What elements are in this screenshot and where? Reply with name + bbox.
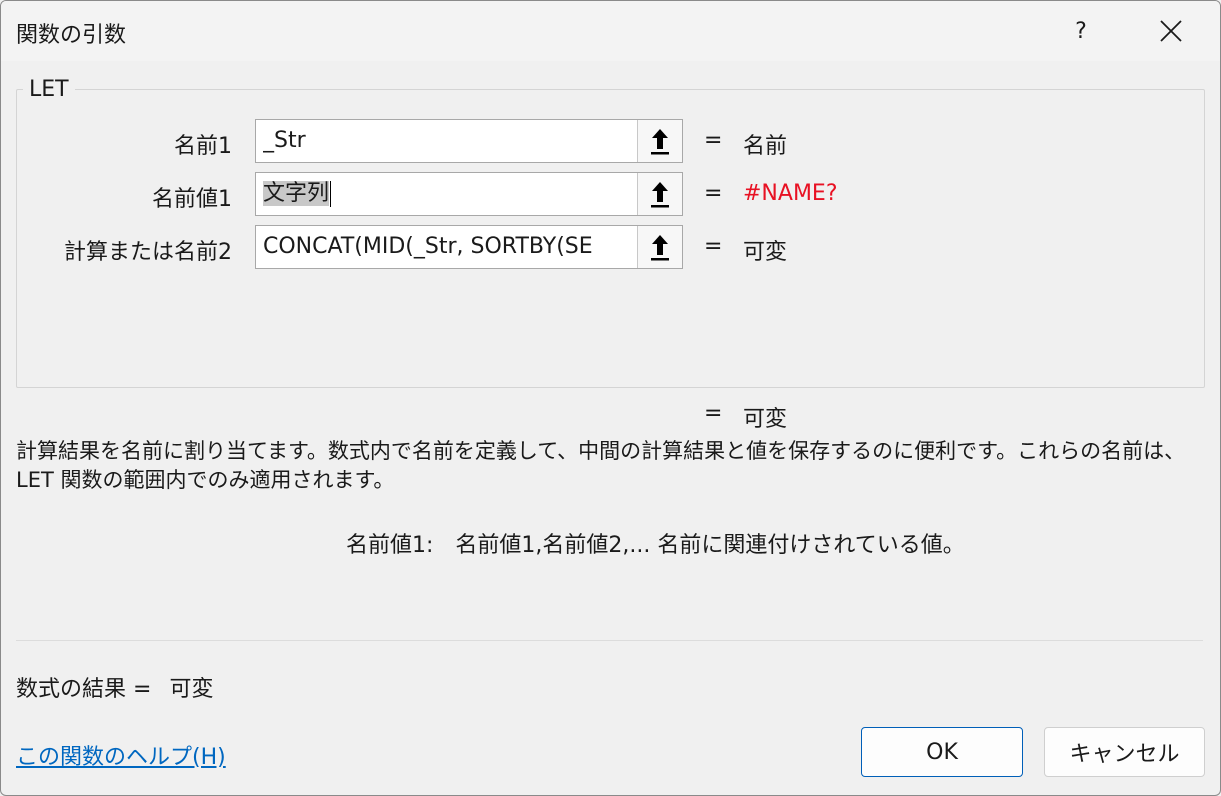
argument-help-name: 名前値1:: [346, 533, 434, 558]
arg-label-calc-or-name2: 計算または名前2: [64, 240, 232, 265]
arg-input-calc-or-name2[interactable]: CONCAT(MID(_Str, SORTBY(SE: [255, 225, 683, 269]
text-caret: [330, 181, 332, 207]
selected-text: 文字列: [263, 181, 330, 206]
close-button[interactable]: [1126, 7, 1216, 55]
argument-help-text: 名前値1,名前値2,... 名前に関連付けされている値。: [455, 533, 965, 558]
arg-input-name-value1-text[interactable]: 文字列: [263, 173, 638, 215]
collapse-button-calc-or-name2[interactable]: [637, 226, 682, 268]
formula-result: 数式の結果 = 可変: [16, 671, 213, 703]
function-help-link[interactable]: この関数のヘルプ(H): [16, 739, 226, 771]
cancel-button[interactable]: キャンセル: [1044, 727, 1205, 777]
arg-label-name1: 名前1: [174, 134, 232, 159]
dialog-title: 関数の引数: [16, 23, 127, 48]
arg-input-name1-text[interactable]: _Str: [263, 120, 638, 162]
arrow-up-icon: [651, 129, 669, 155]
formula-result-value: 可変: [169, 677, 214, 702]
function-arguments-dialog: 関数の引数 ? LET 名前1 _Str = 名前 名前値1 文字列 = #NA…: [0, 0, 1221, 796]
arg-value-name1: 名前: [743, 134, 788, 159]
arg-input-name1[interactable]: _Str: [255, 119, 683, 163]
function-name: LET: [23, 77, 75, 102]
arg-equals-name1: =: [704, 128, 723, 153]
arg-input-calc-or-name2-text[interactable]: CONCAT(MID(_Str, SORTBY(SE: [263, 226, 638, 268]
arrow-up-icon: [651, 182, 669, 208]
title-bar[interactable]: 関数の引数 ?: [1, 1, 1220, 61]
arg-equals-name-value1: =: [704, 181, 723, 206]
arg-value-calc-or-name2: 可変: [743, 240, 788, 265]
arg-label-name-value1: 名前値1: [152, 187, 232, 212]
ok-button[interactable]: OK: [861, 727, 1023, 777]
divider: [16, 640, 1203, 641]
help-button[interactable]: ?: [1051, 7, 1111, 55]
collapse-button-name1[interactable]: [637, 120, 682, 162]
collapse-button-name-value1[interactable]: [637, 173, 682, 215]
arg-equals-calc-or-name2: =: [704, 234, 723, 259]
arg-input-name-value1[interactable]: 文字列: [255, 172, 683, 216]
function-description: 計算結果を名前に割り当てます。数式内で名前を定義して、中間の計算結果と値を保存す…: [16, 439, 1186, 492]
formula-preview-value: 可変: [743, 407, 788, 432]
argument-help: 名前値1: 名前値1,名前値2,... 名前に関連付けされている値。: [346, 527, 965, 559]
close-icon: [1160, 20, 1182, 42]
arg-value-name-value1: #NAME?: [743, 181, 838, 206]
arrow-up-icon: [651, 235, 669, 261]
formula-preview-equals: =: [704, 401, 723, 426]
question-mark-icon: ?: [1075, 18, 1087, 44]
formula-result-label: 数式の結果 =: [16, 677, 152, 702]
